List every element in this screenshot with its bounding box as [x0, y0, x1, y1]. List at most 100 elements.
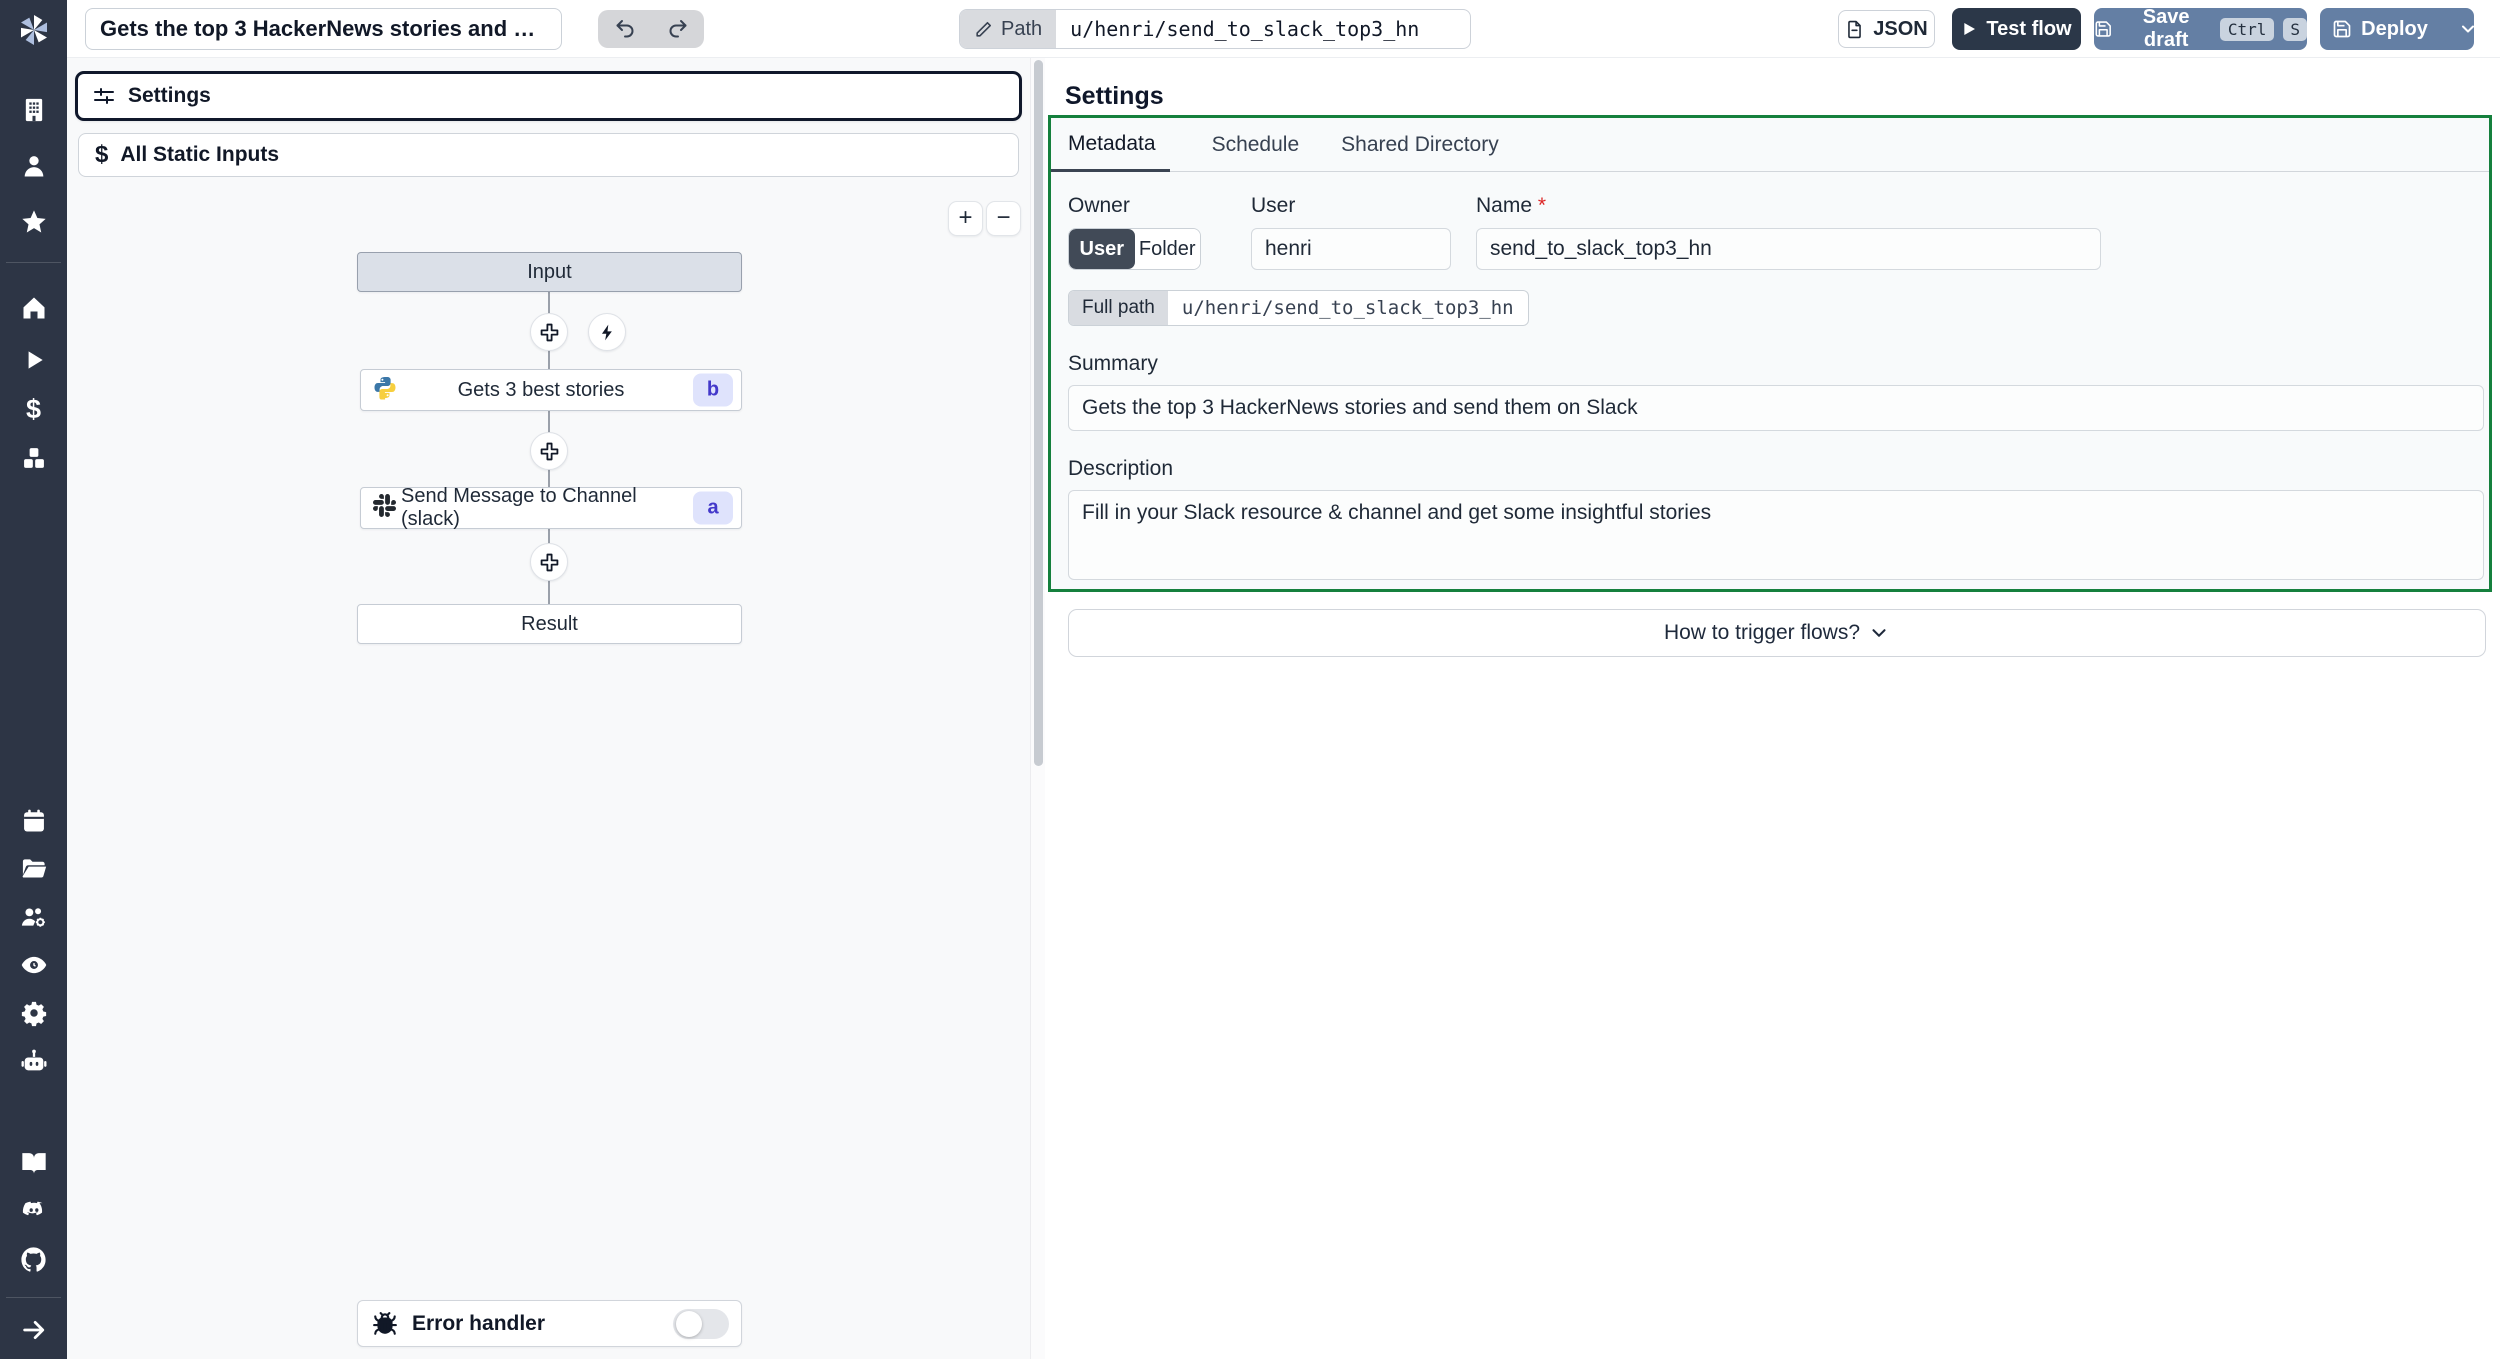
flow-step-node[interactable]: Send Message to Channel (slack) a [360, 485, 742, 530]
eye-icon [21, 956, 46, 974]
lightning-icon [601, 324, 612, 340]
trigger-label: How to trigger flows? [1663, 621, 1861, 644]
sidebar-item-settings[interactable] [16, 995, 52, 1031]
error-handler-node[interactable]: Error handler [357, 1300, 742, 1347]
flow-step-node[interactable]: Gets 3 best stories b [360, 369, 742, 411]
add-step-button[interactable] [530, 432, 568, 470]
plus-icon [540, 442, 558, 460]
description-label: Description [1068, 457, 1174, 480]
slack-icon [373, 494, 396, 522]
dollar-icon: $ [25, 393, 42, 424]
flow-settings-button[interactable]: Settings [75, 71, 1022, 121]
settings-panel: Settings Metadata Schedule Shared Direct… [1045, 58, 2500, 1359]
sidebar-item-workspace[interactable] [16, 92, 52, 128]
sidebar-item-groups[interactable] [16, 899, 52, 935]
sidebar-item-folders[interactable] [16, 851, 52, 887]
python-icon [373, 376, 397, 405]
deploy-button[interactable]: Deploy [2320, 8, 2440, 50]
sidebar-item-resources[interactable] [16, 440, 52, 476]
add-step-button[interactable] [530, 313, 568, 351]
sidebar-item-docs[interactable] [16, 1145, 52, 1181]
deploy-dropdown-button[interactable] [2458, 8, 2474, 50]
input-node[interactable]: Input [357, 252, 742, 292]
test-flow-button[interactable]: Test flow [1952, 8, 2081, 50]
zoom-in-button[interactable]: + [948, 201, 983, 236]
full-path-value: u/henri/send_to_slack_top3_hn [1181, 297, 1514, 319]
sidebar-item-variables[interactable]: $ [16, 391, 52, 427]
tab-schedule[interactable]: Schedule [1212, 118, 1300, 171]
plus-icon: + [958, 203, 973, 231]
user-icon [24, 156, 43, 177]
result-node-label: Result [521, 612, 578, 635]
plus-icon [540, 553, 558, 571]
tab-metadata[interactable]: Metadata [1051, 118, 1170, 172]
toggle-knob [676, 1310, 702, 1337]
step-label: Gets 3 best stories [457, 378, 625, 401]
save-icon [2095, 21, 2111, 37]
result-node[interactable]: Result [357, 604, 742, 644]
sidebar-item-runs[interactable] [16, 342, 52, 378]
error-handler-toggle[interactable] [673, 1308, 729, 1339]
sidebar-item-discord[interactable] [16, 1193, 52, 1229]
save-draft-button[interactable]: Save draft Ctrl S [2094, 6, 2307, 51]
arrow-right-icon [22, 1321, 44, 1339]
error-handler-label: Error handler [412, 1311, 546, 1335]
owner-folder-option[interactable]: Folder [1134, 229, 1200, 269]
topbar: Path u/henri/send_to_slack_top3_hn JSON … [67, 0, 2500, 58]
gear-icon [21, 1001, 46, 1027]
step-id-badge: a [693, 491, 733, 525]
sidebar-item-schedules[interactable] [16, 803, 52, 839]
input-node-label: Input [527, 260, 572, 283]
play-icon [28, 351, 43, 369]
trigger-step-button[interactable] [588, 313, 626, 351]
deploy-label: Deploy [2361, 17, 2428, 40]
scrollbar-thumb[interactable] [1034, 60, 1043, 766]
sidebar-expand-button[interactable] [16, 1312, 52, 1348]
sidebar-item-user[interactable] [16, 148, 52, 184]
deploy-split-button: Deploy [2320, 8, 2474, 50]
test-flow-label: Test flow [1986, 17, 2072, 40]
path-label: Path [1001, 17, 1043, 40]
metadata-section: Metadata Schedule Shared Directory Owner… [1048, 115, 2492, 592]
kbd-ctrl: Ctrl [2219, 17, 2275, 41]
json-button[interactable]: JSON [1838, 10, 1935, 48]
add-step-button[interactable] [530, 543, 568, 581]
sidebar: $ [0, 0, 67, 1359]
undo-button[interactable] [598, 10, 651, 48]
path-widget[interactable]: Path u/henri/send_to_slack_top3_hn [959, 9, 1471, 49]
boxes-icon [23, 448, 44, 468]
panel-splitter[interactable] [1030, 58, 1045, 1359]
pencil-icon [976, 21, 992, 37]
book-open-icon [21, 1153, 46, 1174]
sidebar-item-ai[interactable] [16, 1043, 52, 1079]
windmill-flow-editor: $ Gets the top 3 HackerNews stories and … [0, 0, 2500, 1359]
star-icon [21, 210, 46, 233]
owner-label: Owner [1068, 194, 1130, 217]
sidebar-divider [6, 1297, 61, 1298]
redo-button[interactable] [651, 10, 704, 48]
description-textarea[interactable]: Fill in your Slack resource & channel an… [1068, 490, 2484, 580]
plus-icon [540, 323, 558, 341]
zoom-out-button[interactable]: − [986, 201, 1021, 236]
full-path-label: Full path [1069, 291, 1168, 325]
sidebar-divider [6, 262, 61, 263]
path-edit-button[interactable]: Path [960, 10, 1057, 48]
sidebar-item-favorites[interactable] [16, 204, 52, 240]
windmill-logo-icon[interactable] [13, 9, 55, 51]
undo-icon [616, 20, 633, 38]
owner-user-input[interactable] [1251, 228, 1451, 270]
how-to-trigger-flows-button[interactable]: How to trigger flows? [1068, 609, 2486, 657]
sidebar-item-github[interactable] [16, 1241, 52, 1277]
owner-user-option[interactable]: User [1069, 229, 1135, 269]
summary-input[interactable] [1068, 385, 2484, 431]
tab-shared-directory[interactable]: Shared Directory [1341, 118, 1499, 171]
flow-canvas[interactable]: Settings $ All Static Inputs + − Input G… [67, 58, 1030, 1359]
panel-title: Settings [1065, 82, 1164, 110]
flow-summary-input[interactable] [85, 8, 562, 50]
json-button-label: JSON [1873, 17, 1928, 40]
sidebar-item-audit-logs[interactable] [16, 947, 52, 983]
flow-name-input[interactable] [1476, 228, 2101, 270]
all-static-inputs-button[interactable]: $ All Static Inputs [78, 133, 1019, 177]
user-label: User [1251, 194, 1296, 217]
sidebar-item-home[interactable] [16, 290, 52, 326]
